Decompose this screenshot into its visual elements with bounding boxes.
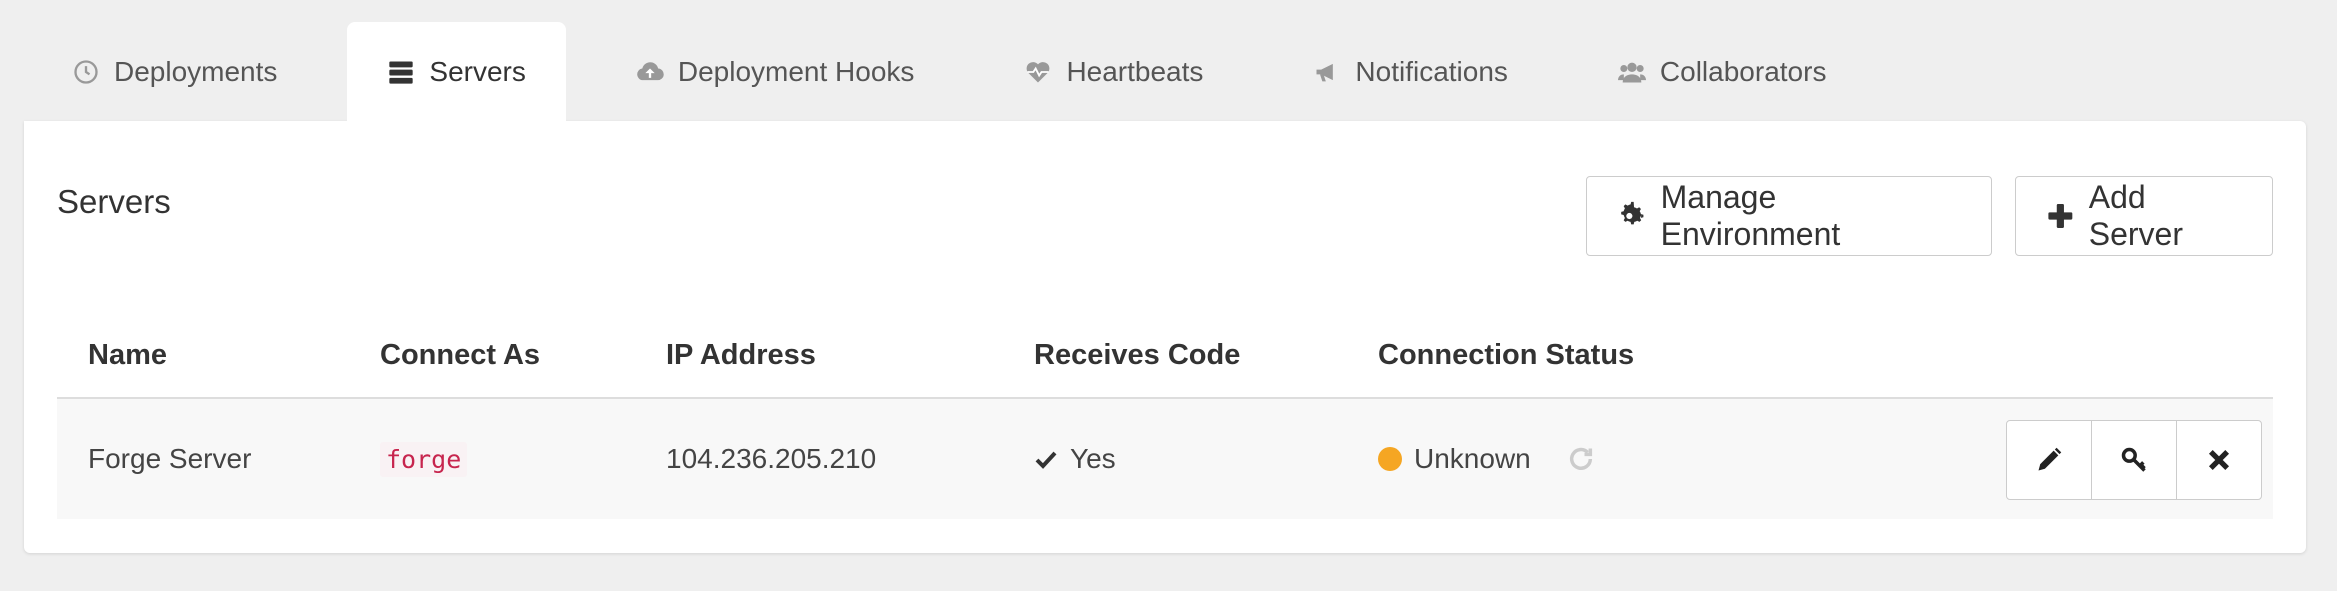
key-icon xyxy=(2120,446,2148,474)
connect-as-cell: forge xyxy=(380,399,468,519)
gear-icon xyxy=(1617,201,1647,231)
heartbeat-icon xyxy=(1024,58,1052,86)
servers-panel: Servers Manage Environment Add Server Na… xyxy=(24,121,2306,553)
row-actions xyxy=(2006,420,2262,500)
check-icon xyxy=(1034,447,1058,471)
receives-code-value: Yes xyxy=(1070,443,1116,474)
status-dot xyxy=(1378,447,1402,471)
server-key-button[interactable] xyxy=(2091,420,2177,500)
table-row: Forge Server forge 104.236.205.210 Yes U… xyxy=(57,399,2273,519)
manage-environment-button[interactable]: Manage Environment xyxy=(1586,176,1992,256)
tab-deployments[interactable]: Deployments xyxy=(36,22,317,122)
connection-status-cell: Unknown xyxy=(1378,399,1595,519)
tab-notifications[interactable]: Notifications xyxy=(1273,22,1548,122)
delete-server-button[interactable] xyxy=(2176,420,2262,500)
ip-address: 104.236.205.210 xyxy=(666,443,877,474)
pencil-icon xyxy=(2035,446,2063,474)
tab-servers[interactable]: Servers xyxy=(347,22,566,122)
header-receives-code[interactable]: Receives Code xyxy=(1034,311,1240,399)
add-server-button[interactable]: Add Server xyxy=(2015,176,2273,256)
panel-title: Servers xyxy=(57,183,171,220)
status-text: Unknown xyxy=(1414,443,1531,474)
tab-collaborators[interactable]: Collaborators xyxy=(1578,22,1867,122)
close-icon xyxy=(2205,446,2233,474)
refresh-icon[interactable] xyxy=(1567,445,1595,473)
manage-environment-label: Manage Environment xyxy=(1660,179,1841,252)
users-icon xyxy=(1617,58,1646,86)
receives-code-cell: Yes xyxy=(1034,399,1116,519)
server-name: Forge Server xyxy=(88,443,252,474)
connect-as-user: forge xyxy=(380,442,468,477)
tab-deployment-hooks[interactable]: Deployment Hooks xyxy=(596,22,955,122)
tab-label: Servers xyxy=(429,56,526,87)
clock-icon xyxy=(72,58,100,86)
tab-bar: Deployments Servers Deployment Hooks Hea… xyxy=(36,22,1896,122)
tab-label: Notifications xyxy=(1355,56,1508,87)
tab-heartbeats[interactable]: Heartbeats xyxy=(984,22,1243,122)
header-connection-status[interactable]: Connection Status xyxy=(1378,311,1634,399)
servers-table: Name Connect As IP Address Receives Code… xyxy=(57,311,2273,519)
header-connect-as[interactable]: Connect As xyxy=(380,311,540,399)
tab-label: Collaborators xyxy=(1659,56,1827,87)
add-server-label: Add Server xyxy=(2088,179,2183,252)
table-header: Name Connect As IP Address Receives Code… xyxy=(57,311,2273,399)
tab-label: Heartbeats xyxy=(1066,56,1204,87)
cloud-upload-icon xyxy=(636,58,664,86)
header-name[interactable]: Name xyxy=(88,311,167,399)
edit-server-button[interactable] xyxy=(2006,420,2092,500)
tab-label: Deployment Hooks xyxy=(677,56,915,87)
plus-icon xyxy=(2046,201,2075,231)
server-icon xyxy=(387,58,415,86)
header-ip-address[interactable]: IP Address xyxy=(666,311,816,399)
tab-label: Deployments xyxy=(114,56,278,87)
megaphone-icon xyxy=(1313,58,1341,86)
